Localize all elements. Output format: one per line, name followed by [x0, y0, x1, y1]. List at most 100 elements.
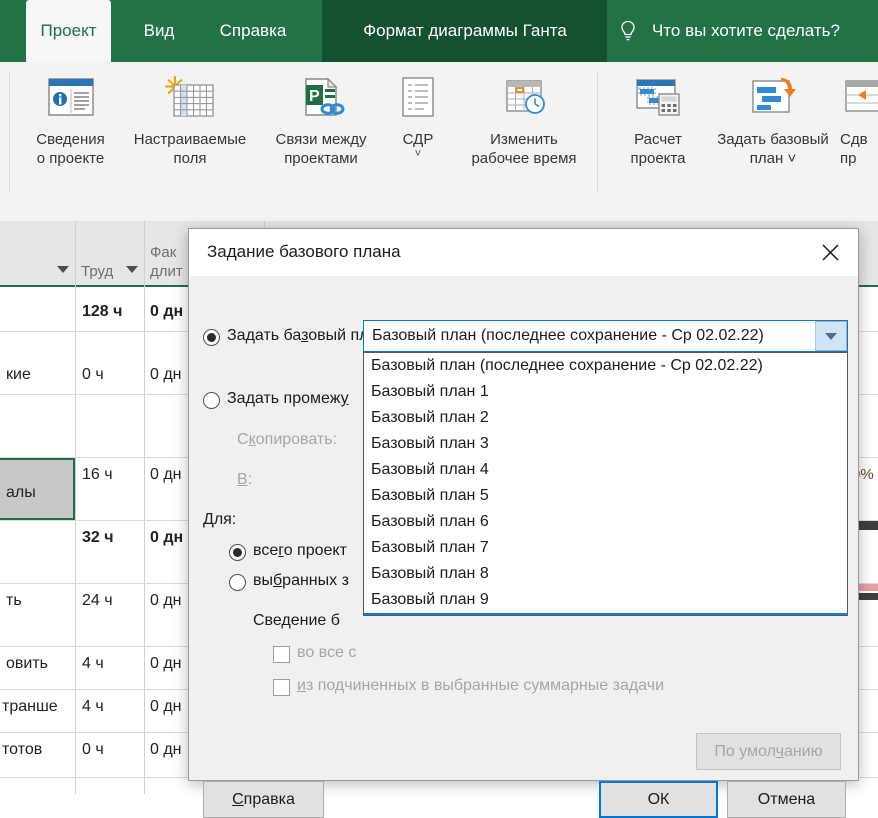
lightbulb-icon — [618, 19, 638, 43]
change-working-time-button[interactable]: Изменить рабочее время — [452, 68, 596, 168]
calendar-clock-icon — [452, 68, 596, 126]
column-header-actual-line1: Фак — [150, 244, 177, 261]
links-between-projects-icon: P — [260, 68, 382, 126]
ribbon-divider — [597, 72, 598, 192]
svg-text:P: P — [309, 88, 320, 105]
wbs-label: СДР — [402, 131, 434, 148]
radio-selected-tasks[interactable] — [229, 574, 246, 591]
cell-actual-duration[interactable]: 0 дн — [150, 655, 182, 673]
move-project-button[interactable]: Сдв пр — [840, 68, 878, 168]
radio-entire-project[interactable] — [229, 544, 246, 561]
close-icon[interactable] — [808, 233, 852, 271]
label-copy-from: Скопировать: — [237, 431, 338, 448]
calculate-project-label: Расчет проекта — [630, 131, 686, 167]
tab-proekt-label: Проект — [40, 21, 97, 40]
tab-spravka[interactable]: Справка — [203, 0, 303, 62]
baseline-select-dropdown[interactable]: Базовый план (последнее сохранение - Ср … — [363, 352, 848, 616]
tab-proekt[interactable]: Проект — [26, 0, 111, 62]
cell-actual-duration[interactable]: 0 дн — [150, 741, 182, 759]
baseline-option[interactable]: Базовый план 4 — [364, 457, 847, 483]
cell-actual-duration[interactable]: 0 дн — [150, 529, 183, 547]
ribbon: Сведения о проекте Настраиваемые поля P … — [0, 62, 878, 264]
cell-work[interactable]: 0 ч — [82, 741, 104, 759]
checkbox-from-subtasks[interactable] — [273, 679, 290, 696]
radio-set-interim-plan-label: Задать промежу — [227, 390, 349, 407]
checkbox-all-summary-tasks-label: во все с — [297, 644, 357, 661]
wbs-icon — [388, 68, 448, 126]
filter-arrow-icon[interactable] — [57, 265, 69, 273]
project-info-icon — [18, 68, 123, 126]
radio-entire-project-label: всего проект — [253, 542, 347, 559]
cell-actual-duration[interactable]: 0 дн — [150, 366, 182, 384]
radio-set-interim-plan[interactable] — [203, 392, 220, 409]
cell-work[interactable]: 4 ч — [82, 698, 104, 716]
cell-task-name[interactable]: овить — [6, 655, 48, 673]
links-between-projects-label: Связи между проектами — [275, 131, 367, 167]
wbs-chevron-down-icon[interactable]: ˅ — [388, 149, 448, 160]
grid-line — [144, 221, 145, 794]
custom-fields-label: Настраиваемые поля — [133, 131, 247, 167]
chevron-down-icon[interactable] — [815, 321, 847, 351]
label-rollup-baselines: Сведение б — [253, 612, 340, 629]
baseline-select-combo[interactable]: Базовый план (последнее сохранение - Ср … — [363, 320, 848, 352]
cell-task-name[interactable]: алы — [6, 484, 36, 502]
cell-work[interactable]: 128 ч — [82, 303, 122, 321]
cancel-button[interactable]: Отмена — [727, 781, 846, 818]
baseline-option[interactable]: Базовый план 3 — [364, 431, 847, 457]
tell-me-label: Что вы хотите сделать? — [652, 21, 840, 40]
ribbon-divider — [9, 72, 10, 192]
checkbox-all-summary-tasks[interactable] — [273, 646, 290, 663]
tab-vid[interactable]: Вид — [128, 0, 190, 62]
baseline-option[interactable]: Базовый план 2 — [364, 405, 847, 431]
tab-gantt-chart-format[interactable]: Формат диаграммы Ганта — [330, 0, 600, 62]
cell-work[interactable]: 24 ч — [82, 592, 113, 610]
cell-work[interactable]: 16 ч — [82, 466, 113, 484]
project-information-button[interactable]: Сведения о проекте — [18, 68, 123, 168]
radio-set-baseline[interactable] — [203, 329, 220, 346]
dialog-title-bar: Задание базового плана — [189, 229, 858, 276]
cell-actual-duration[interactable]: 0 дн — [150, 592, 182, 610]
column-header-actual-line2: длит — [150, 263, 183, 280]
cell-work[interactable]: 32 ч — [82, 529, 114, 547]
cell-actual-duration[interactable]: 0 дн — [150, 466, 182, 484]
wbs-button[interactable]: СДР ˅ — [388, 68, 448, 160]
baseline-option[interactable]: Базовый план 1 — [364, 379, 847, 405]
cell-work[interactable]: 4 ч — [82, 655, 104, 673]
calculate-project-button[interactable]: Расчет проекта — [608, 68, 708, 168]
baseline-option[interactable]: Базовый план 6 — [364, 509, 847, 535]
baseline-option[interactable]: Базовый план 5 — [364, 483, 847, 509]
move-project-icon — [840, 68, 878, 126]
baseline-option[interactable]: Базовый план (последнее сохранение - Ср … — [364, 353, 847, 379]
tell-me-search[interactable]: Что вы хотите сделать? — [618, 0, 840, 62]
column-header-name[interactable] — [0, 221, 75, 287]
set-baseline-button[interactable]: Задать базовый план ˅ — [710, 68, 836, 168]
column-header-work[interactable]: Труд — [75, 221, 144, 287]
change-working-time-label: Изменить рабочее время — [471, 131, 577, 167]
set-default-label: По умолчанию — [714, 742, 823, 760]
cell-task-name[interactable]: тотов — [2, 741, 42, 759]
calculate-project-icon — [608, 68, 708, 126]
cell-task-name[interactable]: ть — [6, 592, 22, 610]
move-project-label: Сдв пр — [840, 131, 868, 167]
set-default-button[interactable]: По умолчанию — [696, 733, 841, 770]
grid-line — [75, 221, 76, 794]
baseline-option[interactable]: Базовый план 8 — [364, 561, 847, 587]
help-label: Справка — [232, 790, 295, 808]
ok-button[interactable]: ОК — [599, 781, 718, 818]
baseline-option[interactable]: Базовый план 7 — [364, 535, 847, 561]
ok-label: ОК — [647, 790, 670, 808]
cell-actual-duration[interactable]: 0 дн — [150, 698, 182, 716]
cell-task-name[interactable]: транше — [2, 698, 58, 716]
cell-work[interactable]: 0 ч — [82, 366, 104, 384]
custom-fields-button[interactable]: Настраиваемые поля — [122, 68, 258, 168]
ribbon-tab-strip: Проект Вид Справка Формат диаграммы Гант… — [0, 0, 878, 62]
baseline-option[interactable]: Базовый план 10 — [364, 613, 847, 615]
links-between-projects-button[interactable]: P Связи между проектами — [260, 68, 382, 168]
cell-actual-duration[interactable]: 0 дн — [150, 303, 183, 321]
filter-arrow-icon[interactable] — [126, 265, 138, 273]
baseline-option[interactable]: Базовый план 9 — [364, 587, 847, 613]
cell-task-name[interactable]: кие — [6, 366, 31, 384]
custom-fields-icon — [122, 68, 258, 126]
set-baseline-icon — [710, 68, 836, 126]
help-button[interactable]: Справка — [203, 781, 324, 818]
